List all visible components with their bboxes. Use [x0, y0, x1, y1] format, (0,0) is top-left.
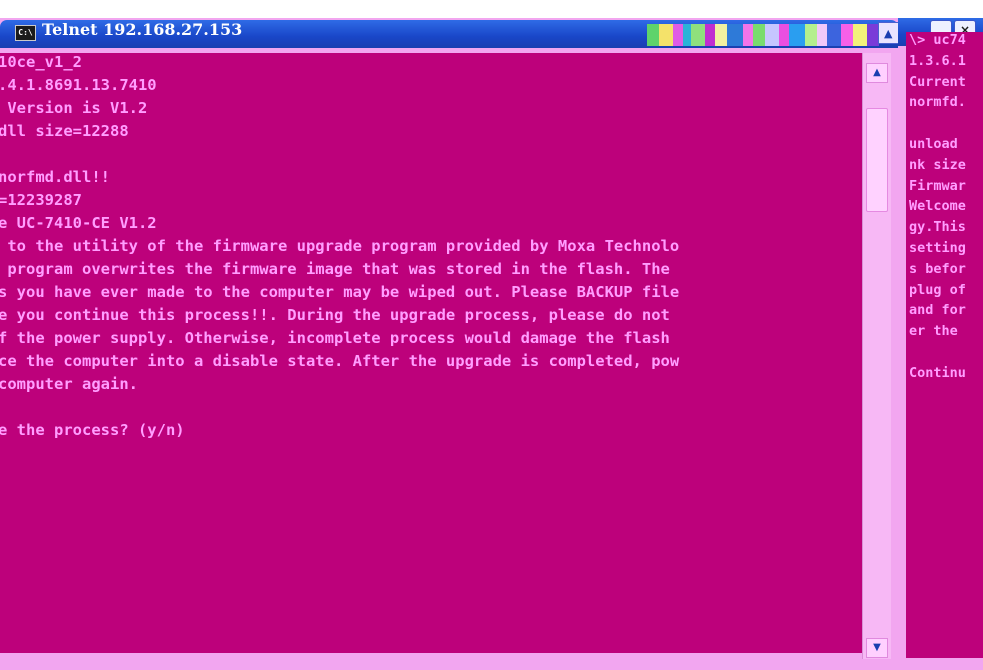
console-line: 10ce_v1_2: [0, 53, 82, 71]
telnet-window: C:\ Telnet 192.168.27.153 ▲ 10ce_v1_2 .4…: [0, 0, 898, 670]
vertical-scrollbar[interactable]: ▲ ▼: [862, 53, 891, 659]
scroll-up-button[interactable]: ▲: [866, 63, 888, 83]
console-line: ce the computer into a disable state. Af…: [0, 352, 680, 370]
console-line: Welcome: [909, 198, 966, 215]
console-line: unload: [909, 135, 958, 152]
scroll-thumb[interactable]: [866, 108, 888, 212]
console-line: plug of: [909, 281, 966, 298]
console-line: s befor: [909, 260, 966, 277]
console-line: Current: [909, 73, 966, 90]
console-line: setting: [909, 239, 966, 256]
console-line: to the utility of the firmware upgrade p…: [0, 237, 680, 255]
console-line: computer again.: [0, 375, 138, 393]
console-line: dll size=12288: [0, 122, 129, 140]
console-line: Continu: [909, 364, 966, 381]
console-icon[interactable]: C:\: [15, 25, 36, 41]
console-prompt: e the process? (y/n): [0, 421, 185, 439]
scroll-down-button[interactable]: ▼: [866, 638, 888, 658]
console-line: e you continue this process!!. During th…: [0, 306, 670, 324]
console-line: 1.3.6.1: [909, 52, 966, 69]
console-line: e UC-7410-CE V1.2: [0, 214, 157, 232]
background-console-output[interactable]: \> uc74 1.3.6.1 Current normfd. unload n…: [906, 32, 983, 658]
console-line: f the power supply. Otherwise, incomplet…: [0, 329, 670, 347]
title-bar-artifact: [647, 24, 879, 46]
console-output[interactable]: 10ce_v1_2 .4.1.8691.13.7410 Version is V…: [0, 53, 862, 653]
console-line: and for: [909, 302, 966, 319]
console-line: normfd.: [909, 94, 966, 111]
console-line: Version is V1.2: [0, 99, 148, 117]
console-line: norfmd.dll!!: [0, 168, 110, 186]
console-line: s you have ever made to the computer may…: [0, 283, 680, 301]
window-title: Telnet 192.168.27.153: [42, 20, 243, 39]
console-line: nk size: [909, 156, 966, 173]
title-button-partial[interactable]: ▲: [878, 22, 898, 44]
window-frame: [898, 46, 906, 670]
console-line: gy.This: [909, 219, 966, 236]
console-line: er the: [909, 323, 958, 340]
console-line: program overwrites the firmware image th…: [0, 260, 670, 278]
console-line: Firmwar: [909, 177, 966, 194]
console-line: .4.1.8691.13.7410: [0, 76, 157, 94]
window-frame-bottom: [898, 658, 983, 670]
background-window[interactable]: ▁ × \> uc74 1.3.6.1 Current normfd. unlo…: [898, 0, 983, 670]
console-line: \> uc74: [909, 32, 966, 48]
console-line: =12239287: [0, 191, 82, 209]
